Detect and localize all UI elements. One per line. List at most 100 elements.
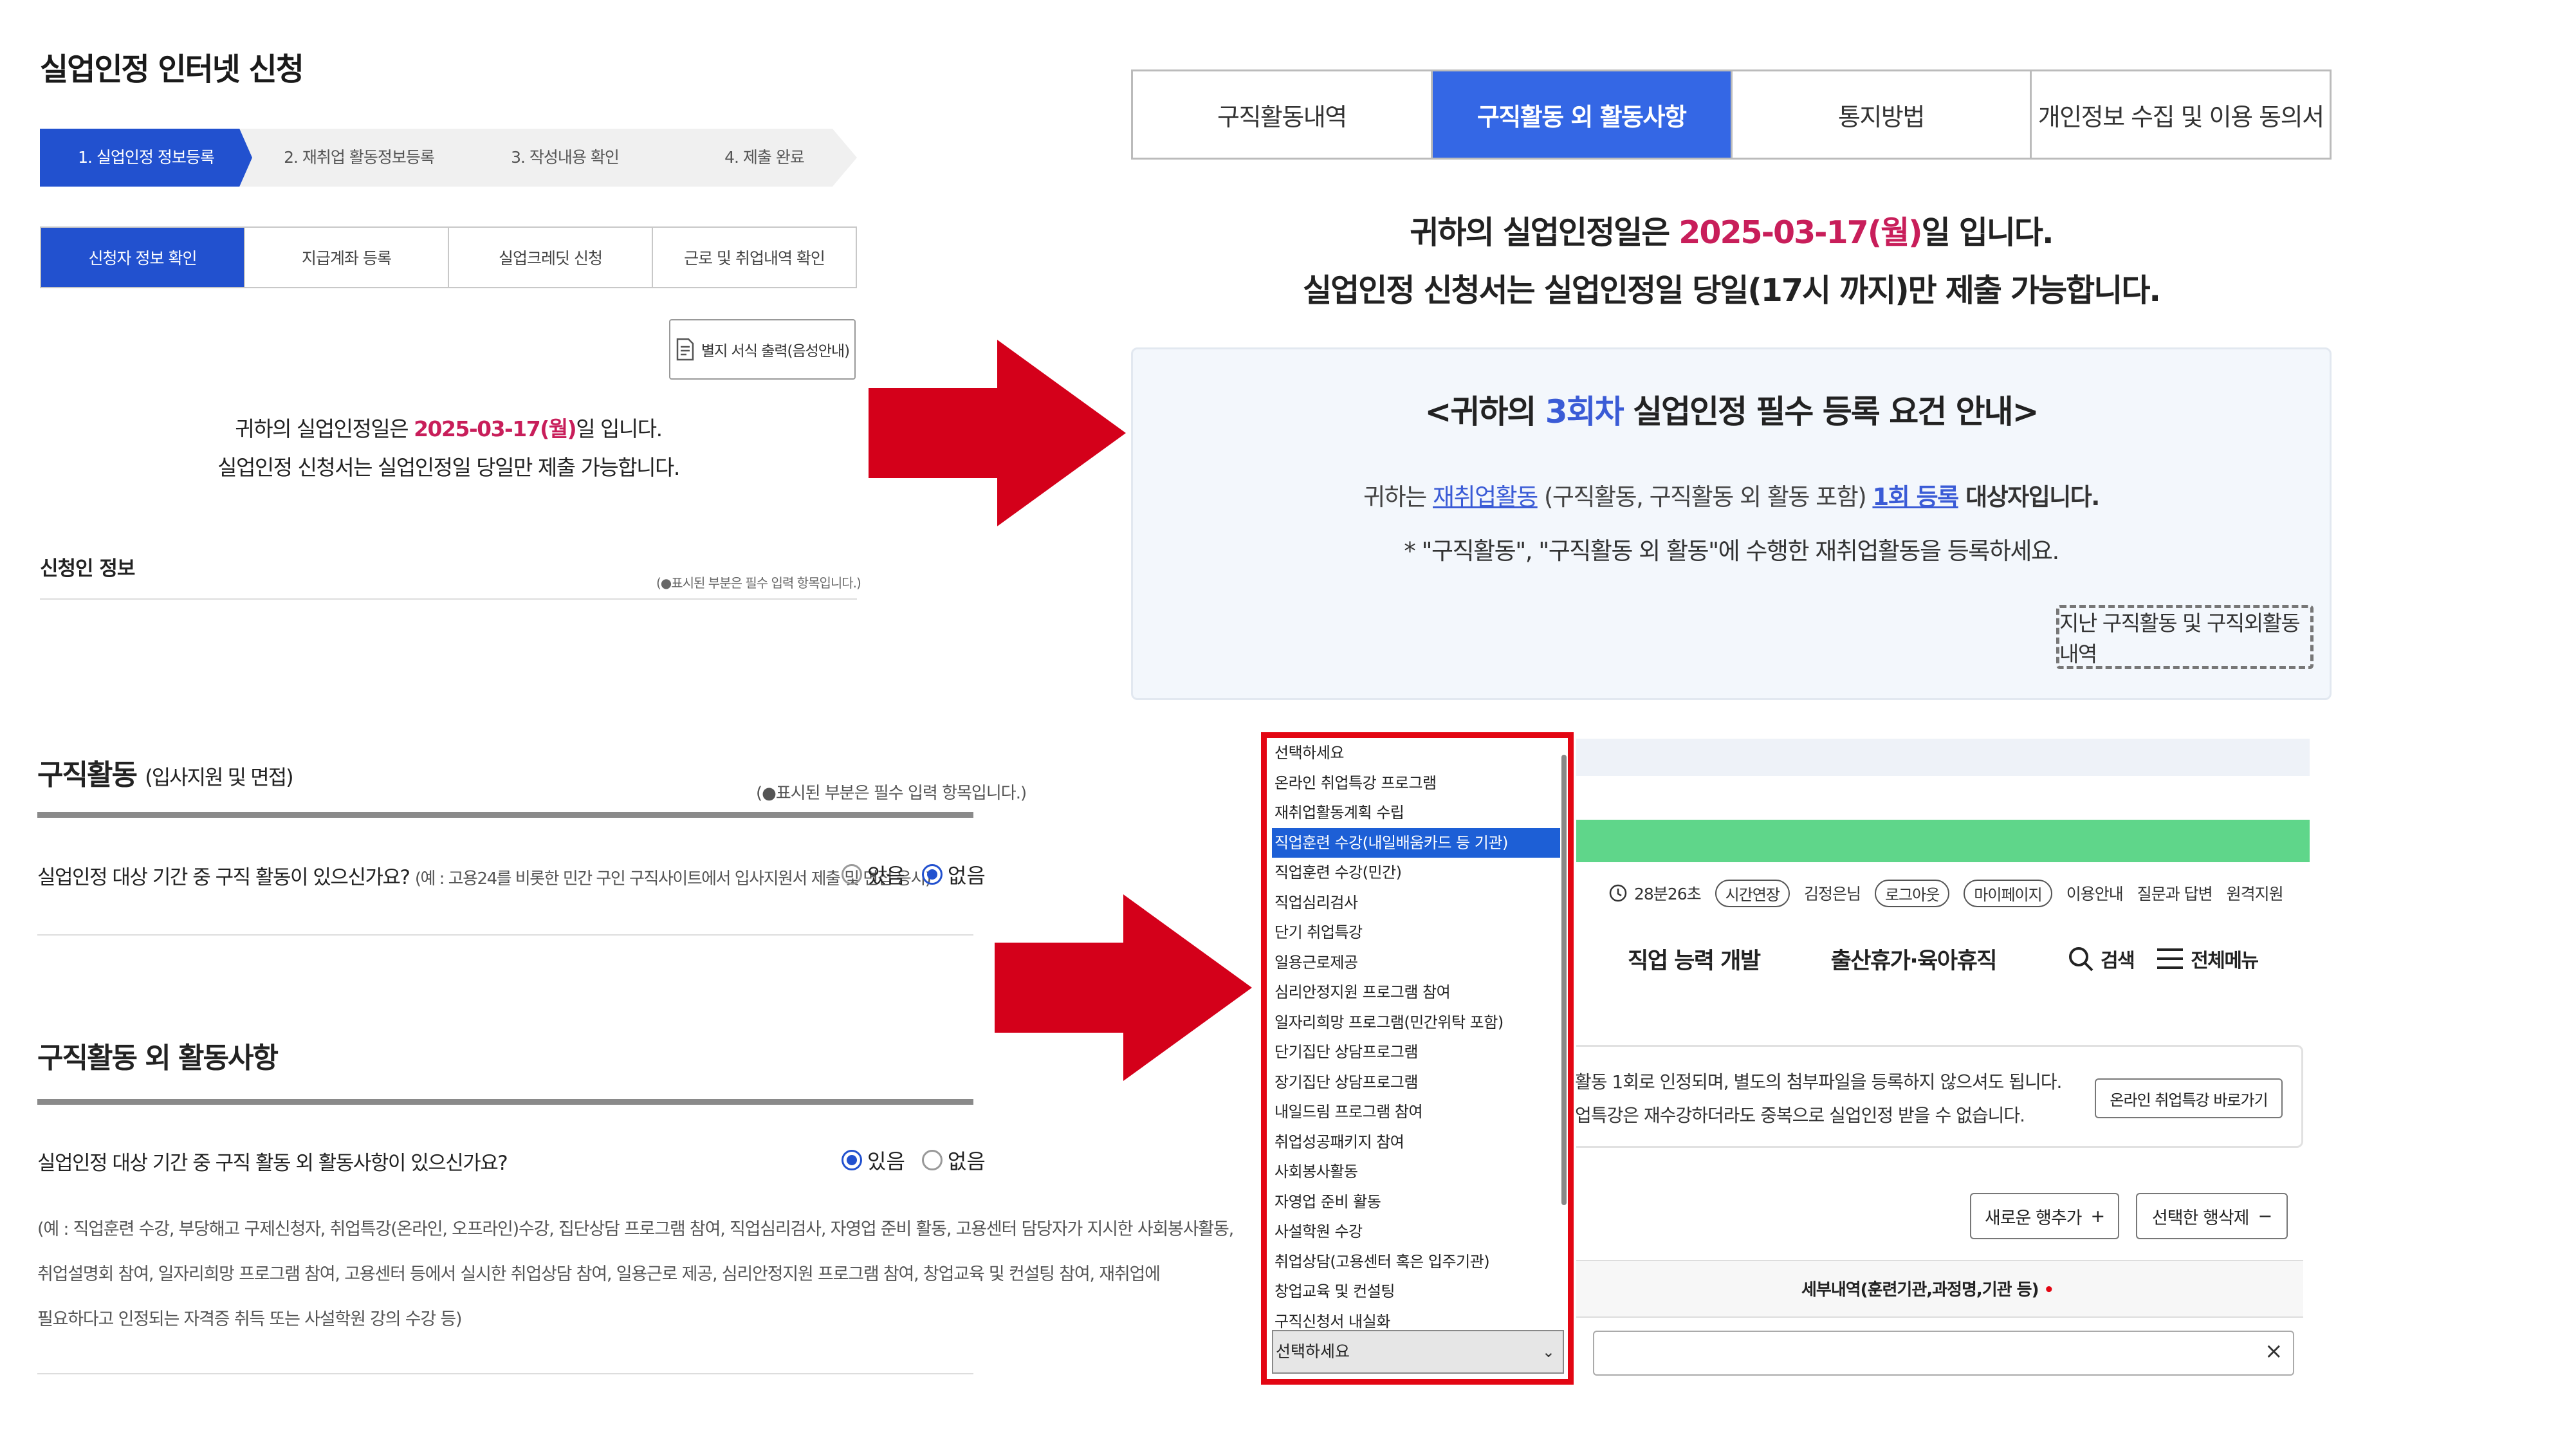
clock-icon [1609,884,1627,902]
search-button[interactable]: 검색 [2067,945,2135,973]
radio-circle-selected [921,864,943,885]
dropdown-option[interactable]: 단기 취업특강 [1272,918,1560,948]
right-arrow-icon [869,340,1126,526]
main-nav: 직업 능력 개발 출산휴가·육아휴직 검색 전체메뉴 [1628,939,2310,978]
clear-icon[interactable]: × [2265,1338,2283,1364]
job-search-required-note: (●표시된 부분은 필수 입력 항목입니다.) [756,784,1027,803]
step-2: 2. 재취업 활동정보등록 [284,148,435,167]
job-search-no-radio[interactable]: 없음 [921,860,986,889]
right-arrow-icon [995,894,1252,1081]
delete-row-button[interactable]: 선택한 행삭제 − [2136,1193,2288,1239]
add-row-button[interactable]: 새로운 행추가 + [1970,1193,2119,1239]
detail-input[interactable] [1593,1331,2294,1376]
header-strip [1576,739,2310,776]
dropdown-options: 선택하세요 온라인 취업특강 프로그램 재취업활동계획 수립 직업훈련 수강(내일배움… [1272,738,1560,1336]
certification-date-notice: 귀하의 실업인정일은 2025-03-17(월)일 입니다. [1131,207,2332,253]
radio-circle [842,864,862,885]
dropdown-option[interactable]: 장기집단 상담프로그램 [1272,1067,1560,1098]
notice-suffix: 일 입니다. [1921,214,2054,251]
chevron-down-icon: ⌄ [1541,1343,1555,1361]
plus-icon: + [2090,1206,2106,1226]
dropdown-option[interactable]: 일용근로제공 [1272,948,1560,978]
notice-date: 2025-03-17(월) [1679,214,1922,251]
mypage-button[interactable]: 마이페이지 [1964,879,2052,907]
nav-item-vocational-training[interactable]: 직업 능력 개발 [1628,943,1761,975]
other-activity-yes-radio[interactable]: 있음 [842,1145,905,1175]
remote-support-link[interactable]: 원격지원 [2227,881,2284,905]
activity-type-dropdown: 선택하세요 온라인 취업특강 프로그램 재취업활동계획 수립 직업훈련 수강(내일배움… [1261,732,1574,1385]
dropdown-option[interactable]: 사설학원 수강 [1272,1217,1560,1247]
certification-date-notice: 귀하의 실업인정일은 2025-03-17(월)일 입니다. [40,412,857,443]
subtab-unemployment-credit[interactable]: 실업크레딧 신청 [449,228,653,287]
logout-button[interactable]: 로그아웃 [1874,879,1950,907]
extend-time-button[interactable]: 시간연장 [1715,879,1790,907]
all-menu-label: 전체메뉴 [2191,950,2259,972]
submission-notice: 실업인정 신청서는 실업인정일 당일(17시 까지)만 제출 가능합니다. [1302,272,2161,309]
dropdown-option[interactable]: 온라인 취업특강 프로그램 [1272,768,1560,798]
subtab-bank-account[interactable]: 지급계좌 등록 [245,228,449,287]
subtab-applicant-info[interactable]: 신청자 정보 확인 [41,228,245,287]
dropdown-scrollbar[interactable] [1561,755,1567,1205]
dropdown-option[interactable]: 직업심리검사 [1272,888,1560,918]
activity-type-select[interactable]: 선택하세요 ⌄ [1272,1330,1564,1374]
document-icon [676,338,694,361]
job-search-radio-group: 있음 없음 [842,860,986,889]
dropdown-option[interactable]: 내일드림 프로그램 참여 [1272,1097,1560,1127]
tab-other-activities[interactable]: 구직활동 외 활동사항 [1432,71,1733,158]
job-search-subtitle: (입사지원 및 면접) [145,765,293,789]
print-form-button[interactable]: 별지 서식 출력(음성안내) [669,319,856,380]
other-activity-title: 구직활동 외 활동사항 [37,1042,279,1075]
search-icon [2068,947,2093,972]
job-search-yes-radio[interactable]: 있음 [842,860,905,889]
example-line: (예 : 직업훈련 수강, 부당해고 구제신청자, 취업특강(온라인, 오프라인… [37,1219,1234,1239]
nav-item-maternity-leave[interactable]: 출산휴가·육아휴직 [1831,943,1998,975]
registration-count: 1회 등록 [1872,483,1959,511]
dropdown-option[interactable]: 자영업 준비 활동 [1272,1187,1560,1217]
detail-header-label: 세부내역(훈련기관,과정명,기관 등) [1801,1280,2039,1300]
radio-label: 있음 [867,1149,905,1174]
tab-notification-method[interactable]: 통지방법 [1733,71,2032,158]
dropdown-option[interactable]: 직업훈련 수강(내일배움카드 등 기관) [1272,827,1560,858]
subtab-work-history[interactable]: 근로 및 취업내역 확인 [653,228,856,287]
guide-round: 3회차 [1545,393,1624,430]
dropdown-option[interactable]: 일자리희망 프로그램(민간위탁 포함) [1272,1008,1560,1038]
subtab-bar: 신청자 정보 확인 지급계좌 등록 실업크레딧 신청 근로 및 취업내역 확인 [40,226,857,288]
tab-privacy-consent[interactable]: 개인정보 수집 및 이용 동의서 [2032,71,2330,158]
dropdown-option[interactable]: 재취업활동계획 수립 [1272,798,1560,828]
detail-column-header: 세부내역(훈련기관,과정명,기관 등) • [1801,1277,2054,1300]
dropdown-option[interactable]: 창업교육 및 컨설팅 [1272,1277,1560,1307]
example-line: 필요하다고 인정되는 자격증 취득 또는 사설학원 강의 수강 등) [37,1309,463,1329]
dropdown-option[interactable]: 선택하세요 [1272,738,1560,768]
activity-tab-bar: 구직활동내역 구직활동 외 활동사항 통지방법 개인정보 수집 및 이용 동의서 [1131,69,2332,160]
guide-link[interactable]: 이용안내 [2066,881,2124,905]
dropdown-option[interactable]: 취업상담(고용센터 혹은 입주기관) [1272,1247,1560,1277]
other-activity-no-radio[interactable]: 없음 [921,1145,986,1175]
print-form-label: 별지 서식 출력(음성안내) [701,343,850,360]
divider [37,1373,973,1374]
dropdown-option[interactable]: 사회봉사활동 [1272,1157,1560,1187]
submission-notice: 실업인정 신청서는 실업인정일 당일만 제출 가능합니다. [217,455,680,480]
job-search-title: 구직활동 (입사지원 및 면접) [37,752,294,793]
add-row-label: 새로운 행추가 [1984,1208,2083,1228]
past-activity-button[interactable]: 지난 구직활동 및 구직외활동내역 [2056,605,2314,669]
section-rule [37,1099,973,1105]
online-lecture-button[interactable]: 온라인 취업특강 바로가기 [2095,1078,2283,1118]
tab-job-search-history[interactable]: 구직활동내역 [1133,71,1433,158]
reemployment-activity-link[interactable]: 재취업활동 [1433,483,1538,511]
step-3: 3. 작성내용 확인 [511,148,620,167]
minus-icon: − [2258,1206,2273,1226]
all-menu-button[interactable]: 전체메뉴 [2156,945,2259,973]
user-name: 김정은님 [1803,885,1861,903]
required-note: (●표시된 부분은 필수 입력 항목입니다.) [656,575,861,591]
example-line: 취업설명회 참여, 일자리희망 프로그램 참여, 고용센터 등에서 실시한 취업… [37,1264,1161,1284]
radio-circle-selected [842,1150,862,1170]
dropdown-option[interactable]: 심리안정지원 프로그램 참여 [1272,977,1560,1008]
dropdown-option[interactable]: 직업훈련 수강(민간) [1272,858,1560,888]
dropdown-option[interactable]: 취업성공패키지 참여 [1272,1127,1560,1158]
hamburger-icon [2157,948,2184,969]
qa-link[interactable]: 질문과 답변 [2137,881,2213,905]
dropdown-option[interactable]: 단기집단 상담프로그램 [1272,1037,1560,1067]
select-value: 선택하세요 [1276,1342,1350,1361]
radio-label: 없음 [947,1149,986,1174]
other-activity-examples: (예 : 직업훈련 수강, 부당해고 구제신청자, 취업특강(온라인, 오프라인… [37,1207,1234,1342]
